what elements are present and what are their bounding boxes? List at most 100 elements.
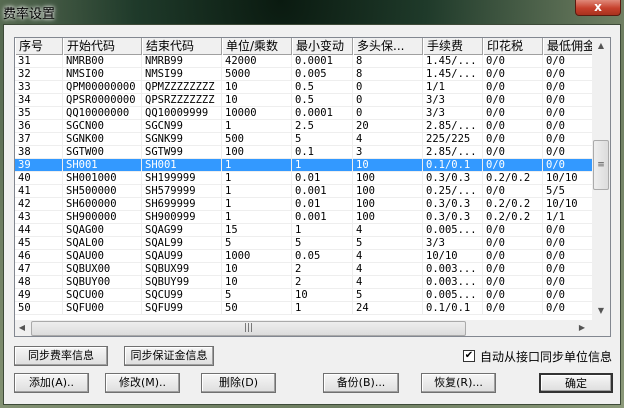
column-header[interactable]: 手续费 (423, 38, 483, 55)
column-header[interactable]: 多头保... (353, 38, 423, 55)
table-cell: 4 (353, 133, 423, 146)
table-cell: 10/10 (543, 198, 593, 211)
table-cell: 10 (353, 159, 423, 172)
table-cell: QQ10009999 (142, 107, 222, 120)
table-cell: SQBUX00 (63, 263, 142, 276)
table-row[interactable]: 32 NMSI00 NMSI99 5000 0.005 8 1.45/... 0/0 0/0 (15, 68, 593, 81)
table-row[interactable]: 47 SQBUX00 SQBUX99 10 2 4 0.003... 0/0 0/0 (15, 263, 593, 276)
table-cell: 36 (15, 120, 63, 133)
column-header[interactable]: 印花税 (483, 38, 543, 55)
table-cell: SGTW99 (142, 146, 222, 159)
table-row[interactable]: 48 SQBUY00 SQBUY99 10 2 4 0.003... 0/0 0/0 (15, 276, 593, 289)
scroll-left-icon[interactable]: ◀ (15, 323, 29, 332)
table-cell: 38 (15, 146, 63, 159)
table-cell: SQAU99 (142, 250, 222, 263)
table-cell: 0 (353, 107, 423, 120)
table-cell: 0.005... (423, 224, 483, 237)
table-row[interactable]: 36 SGCN00 SGCN99 1 2.5 20 2.85/... 0/0 0/0 (15, 120, 593, 133)
table-row[interactable]: 49 SQCU00 SQCU99 5 10 5 0.005... 0/0 0/0 (15, 289, 593, 302)
column-header[interactable]: 序号 (15, 38, 63, 55)
restore-button[interactable]: 恢复(R)... (421, 373, 496, 393)
table-cell: 8 (353, 68, 423, 81)
table-cell: 34 (15, 94, 63, 107)
fee-rate-table[interactable]: 序号 开始代码 结束代码 单位/乘数 最小变动 多头保... 手续费 印花税 最低佣金 31 NM… (14, 37, 611, 337)
table-row[interactable]: 45 SQAL00 SQAL99 5 5 5 3/3 0/0 0/0 (15, 237, 593, 250)
table-cell: 43 (15, 211, 63, 224)
table-cell: 48 (15, 276, 63, 289)
table-row[interactable]: 40 SH001000 SH199999 1 0.01 100 0.3/0.3 0.2/0.2… (15, 172, 593, 185)
table-cell: NMRB00 (63, 55, 142, 68)
table-cell: 1/1 (423, 81, 483, 94)
table-cell: 3/3 (423, 94, 483, 107)
table-row[interactable]: 35 QQ10000000 QQ10009999 10000 0.0001 0 3/3 0/0… (15, 107, 593, 120)
table-cell: SH699999 (142, 198, 222, 211)
table-cell: 32 (15, 68, 63, 81)
scroll-up-icon[interactable]: ▲ (592, 41, 610, 50)
table-cell: 0.2/0.2 (483, 172, 543, 185)
table-row[interactable]: 37 SGNK00 SGNK99 500 5 4 225/225 0/0 0/0 (15, 133, 593, 146)
table-cell: 1/1 (543, 211, 593, 224)
table-cell: 0.5 (292, 94, 353, 107)
column-header[interactable]: 最低佣金 (543, 38, 593, 55)
vertical-scroll-thumb[interactable]: ≡ (593, 140, 609, 190)
table-cell: 10/10 (543, 172, 593, 185)
table-cell: SQAU00 (63, 250, 142, 263)
table-cell: 5 (353, 289, 423, 302)
backup-button[interactable]: 备份(B)... (323, 373, 399, 393)
table-cell: 10/10 (423, 250, 483, 263)
scroll-right-icon[interactable]: ▶ (575, 323, 589, 332)
horizontal-scrollbar[interactable]: ◀ ||| ▶ (15, 320, 592, 336)
table-body: 31 NMRB00 NMRB99 42000 0.0001 8 1.45/... 0/0 0/0… (15, 55, 593, 315)
column-header[interactable]: 最小变动 (292, 38, 353, 55)
table-row[interactable]: 34 QPSR0000000 QPSRZZZZZZZ 10 0.5 0 3/3 0/0 0/0 (15, 94, 593, 107)
table-row[interactable]: 33 QPM00000000 QPMZZZZZZZZ 10 0.5 0 1/1 0/0 0/0 (15, 81, 593, 94)
table-cell: SQCU99 (142, 289, 222, 302)
table-cell: 10 (222, 81, 292, 94)
table-row[interactable]: 39 SH001 SH001 1 1 10 0.1/0.1 0/0 0/0 (15, 159, 593, 172)
table-cell: 2.5 (292, 120, 353, 133)
scroll-down-icon[interactable]: ▼ (592, 306, 610, 315)
table-cell: 0/0 (483, 94, 543, 107)
table-cell: 1 (222, 120, 292, 133)
ok-button[interactable]: 确定 (539, 373, 613, 393)
auto-sync-checkbox[interactable]: ✔ (463, 350, 475, 362)
column-header[interactable]: 单位/乘数 (222, 38, 292, 55)
table-cell: 37 (15, 133, 63, 146)
vertical-scrollbar[interactable]: ▲ ≡ ▼ (592, 38, 610, 320)
sync-fee-button[interactable]: 同步费率信息 (14, 346, 108, 366)
table-cell: 4 (353, 263, 423, 276)
table-row[interactable]: 38 SGTW00 SGTW99 100 0.1 3 2.85/... 0/0 0/0 (15, 146, 593, 159)
column-header[interactable]: 结束代码 (142, 38, 222, 55)
table-cell: SH500000 (63, 185, 142, 198)
table-cell: 5 (353, 237, 423, 250)
table-cell: 0.2/0.2 (483, 198, 543, 211)
scroll-corner (592, 320, 610, 336)
table-cell: 2.85/... (423, 146, 483, 159)
table-cell: 0.01 (292, 172, 353, 185)
table-cell: SQBUY99 (142, 276, 222, 289)
table-cell: 5 (222, 289, 292, 302)
table-row[interactable]: 50 SQFU00 SQFU99 50 1 24 0.1/0.1 0/0 0/0 (15, 302, 593, 315)
table-cell: 0/0 (543, 159, 593, 172)
table-cell: 1.45/... (423, 68, 483, 81)
add-button[interactable]: 添加(A).. (14, 373, 89, 393)
table-cell: 0/0 (543, 68, 593, 81)
table-row[interactable]: 44 SQAG00 SQAG99 15 1 4 0.005... 0/0 0/0 (15, 224, 593, 237)
delete-button[interactable]: 删除(D) (201, 373, 276, 393)
table-cell: 20 (353, 120, 423, 133)
horizontal-scroll-thumb[interactable]: ||| (31, 321, 466, 336)
table-cell: 1 (292, 224, 353, 237)
table-cell: 0.0001 (292, 107, 353, 120)
table-cell: 1000 (222, 250, 292, 263)
auto-sync-label[interactable]: 自动从接口同步单位信息 (480, 348, 612, 365)
column-header[interactable]: 开始代码 (63, 38, 142, 55)
table-cell: SGNK00 (63, 133, 142, 146)
table-row[interactable]: 41 SH500000 SH579999 1 0.001 100 0.25/... 0/0 5/… (15, 185, 593, 198)
sync-margin-button[interactable]: 同步保证金信息 (124, 346, 214, 366)
modify-button[interactable]: 修改(M).. (105, 373, 180, 393)
close-button[interactable]: x (575, 0, 621, 16)
table-row[interactable]: 43 SH900000 SH900999 1 0.001 100 0.3/0.3 0.2/0.… (15, 211, 593, 224)
table-row[interactable]: 31 NMRB00 NMRB99 42000 0.0001 8 1.45/... 0/0 0/0 (15, 55, 593, 68)
table-row[interactable]: 46 SQAU00 SQAU99 1000 0.05 4 10/10 0/0 0/0 (15, 250, 593, 263)
table-row[interactable]: 42 SH600000 SH699999 1 0.01 100 0.3/0.3 0.2/0.2… (15, 198, 593, 211)
